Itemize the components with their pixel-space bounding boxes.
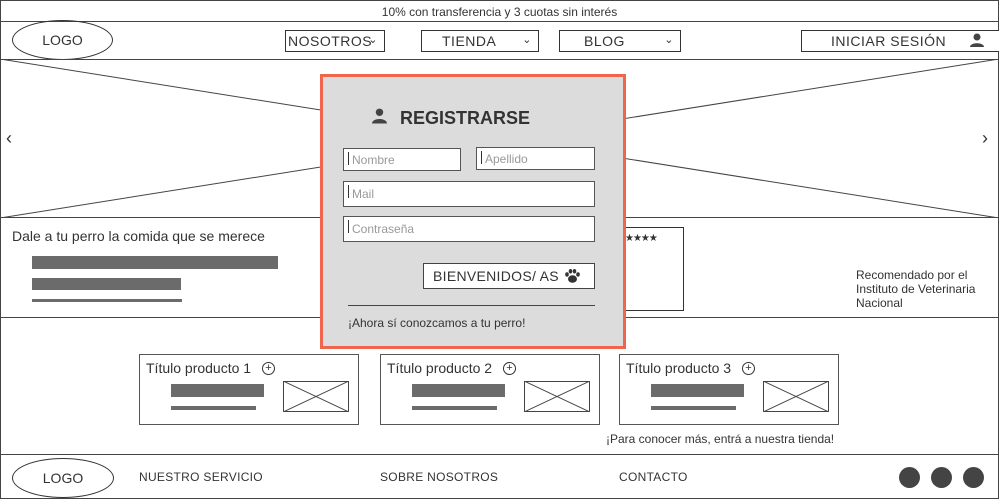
carousel-prev-icon[interactable]: ‹	[6, 128, 12, 149]
footer-divider	[0, 454, 999, 455]
add-circle-icon[interactable]: +	[503, 362, 516, 375]
footer-logo[interactable]: LOGO	[12, 458, 114, 498]
social-icon-1[interactable]	[899, 467, 920, 488]
product-card-1[interactable]: Título producto 1 +	[139, 354, 359, 425]
user-icon	[970, 33, 984, 47]
add-circle-icon[interactable]: +	[742, 362, 755, 375]
password-field[interactable]: Contraseña	[343, 216, 595, 242]
promo-text: 10% con transferencia y 3 cuotas sin int…	[381, 5, 618, 19]
add-circle-icon[interactable]: +	[262, 362, 275, 375]
nav-tienda-label: TIENDA	[442, 33, 497, 49]
recommended-text: Recomendado por el Instituto de Veterina…	[856, 268, 976, 310]
footer-link-servicio[interactable]: NUESTRO SERVICIO	[139, 470, 263, 484]
promo-divider	[0, 21, 999, 22]
text-placeholder-bar	[32, 256, 278, 269]
header-logo[interactable]: LOGO	[12, 20, 113, 60]
chevron-down-icon: ⌄	[522, 34, 532, 46]
text-placeholder-bar	[32, 278, 181, 290]
footer-link-nosotros[interactable]: SOBRE NOSOTROS	[380, 470, 498, 484]
nav-blog[interactable]: BLOG ⌄	[559, 30, 681, 52]
paw-icon	[565, 269, 580, 283]
nav-tienda[interactable]: TIENDA ⌄	[421, 30, 539, 52]
product-title: Título producto 3	[626, 360, 732, 376]
product-card-2[interactable]: Título producto 2 +	[380, 354, 600, 425]
register-modal: REGISTRARSE Nombre Apellido Mail Contras…	[320, 74, 626, 349]
password-placeholder: Contraseña	[352, 222, 415, 236]
product-text-line	[412, 406, 497, 410]
submit-button[interactable]: BIENVENIDOS/ AS	[423, 263, 595, 289]
product-text-bar	[171, 384, 264, 397]
footer-logo-text: LOGO	[42, 470, 84, 486]
product-image-placeholder	[763, 381, 829, 412]
chevron-down-icon: ⌄	[664, 34, 674, 46]
submit-label: BIENVENIDOS/ AS	[433, 268, 559, 284]
login-label: INICIAR SESIÓN	[831, 33, 947, 49]
mail-field[interactable]: Mail	[343, 181, 595, 207]
promo-bar: 10% con transferencia y 3 cuotas sin int…	[0, 2, 999, 22]
social-icon-3[interactable]	[963, 467, 984, 488]
product-text-line	[171, 406, 256, 410]
text-placeholder-line	[32, 299, 182, 302]
carousel-next-icon[interactable]: ›	[982, 128, 988, 149]
store-cta-link[interactable]: ¡Para conocer más, entrá a nuestra tiend…	[606, 432, 834, 446]
mail-placeholder: Mail	[352, 187, 375, 201]
product-image-placeholder	[283, 381, 349, 412]
modal-title: REGISTRARSE	[400, 108, 531, 128]
product-text-bar	[412, 384, 505, 397]
info-headline: Dale a tu perro la comida que se merece	[12, 228, 265, 244]
name-placeholder: Nombre	[352, 152, 395, 167]
product-text-bar	[651, 384, 744, 397]
modal-divider	[348, 305, 595, 306]
social-icon-2[interactable]	[931, 467, 952, 488]
lastname-field[interactable]: Apellido	[476, 147, 595, 170]
product-card-3[interactable]: Título producto 3 +	[619, 354, 839, 425]
name-field[interactable]: Nombre	[343, 148, 461, 171]
nav-nosotros-label: NOSOTROS	[288, 33, 373, 49]
product-text-line	[651, 406, 736, 410]
nav-nosotros[interactable]: NOSOTROS ⌄	[285, 30, 385, 52]
nav-blog-label: BLOG	[584, 33, 625, 49]
modal-footer-text: ¡Ahora sí conozcamos a tu perro!	[348, 316, 526, 330]
chevron-down-icon: ⌄	[368, 34, 378, 46]
product-image-placeholder	[524, 381, 590, 412]
login-button[interactable]: INICIAR SESIÓN	[801, 30, 999, 52]
product-title: Título producto 1	[146, 360, 252, 376]
product-title: Título producto 2	[387, 360, 493, 376]
logo-text: LOGO	[42, 32, 83, 48]
footer-link-contacto[interactable]: CONTACTO	[619, 470, 688, 484]
user-icon	[372, 108, 387, 124]
rating-stars: ★★★★	[625, 233, 658, 244]
lastname-placeholder: Apellido	[485, 151, 528, 166]
